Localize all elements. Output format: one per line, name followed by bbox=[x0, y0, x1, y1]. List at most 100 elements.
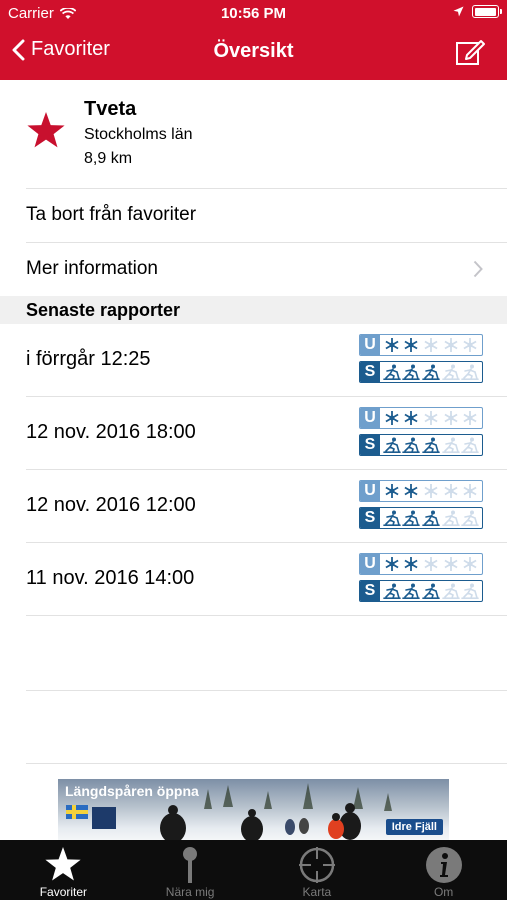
battery-icon bbox=[472, 5, 502, 18]
track-condition-gauge: S bbox=[359, 434, 483, 456]
report-date: 12 nov. 2016 18:00 bbox=[26, 421, 196, 443]
snowflake-icon bbox=[424, 557, 438, 571]
tab-label: Nära mig bbox=[165, 885, 215, 899]
location-arrow-icon bbox=[453, 6, 464, 17]
snow-condition-gauge: U bbox=[359, 407, 483, 429]
skier-icon bbox=[422, 510, 440, 526]
skier-icon bbox=[382, 510, 401, 526]
snowflake-icon bbox=[463, 557, 477, 571]
skier-icon bbox=[461, 364, 479, 380]
skier-icon bbox=[441, 583, 460, 599]
favorite-summary: Tveta Stockholms län 8,9 km bbox=[0, 80, 507, 188]
track-condition-gauge: S bbox=[359, 507, 483, 529]
ad-banner[interactable]: Längdspåren öppna Idre Fjäll bbox=[58, 779, 449, 840]
snowflake-icon bbox=[385, 557, 399, 571]
star-icon bbox=[45, 846, 81, 881]
crosshair-icon bbox=[298, 847, 335, 883]
report-gauges: US bbox=[359, 553, 483, 607]
skier-icon bbox=[461, 437, 479, 453]
gauge-letter: U bbox=[360, 335, 380, 355]
report-row[interactable]: 11 nov. 2016 14:00 U S bbox=[0, 543, 507, 616]
location-pin-icon bbox=[183, 847, 198, 883]
location-region: Stockholms län bbox=[84, 126, 193, 143]
snowflake-icon bbox=[404, 411, 418, 425]
snowflake-icon bbox=[424, 411, 438, 425]
skier-icon bbox=[382, 437, 401, 453]
skier-icon bbox=[422, 437, 440, 453]
skier-icon bbox=[382, 583, 401, 599]
skier-icon bbox=[422, 364, 440, 380]
snowflake-icon bbox=[424, 338, 438, 352]
report-gauges: US bbox=[359, 334, 483, 388]
gauge-letter: U bbox=[360, 481, 380, 501]
gauge-letter: U bbox=[360, 408, 380, 428]
skier-icon bbox=[402, 583, 421, 599]
section-title: Senaste rapporter bbox=[26, 300, 181, 320]
tab-om[interactable]: Om bbox=[380, 840, 507, 900]
remove-favorite-button[interactable]: Ta bort från favoriter bbox=[0, 189, 507, 242]
gauge-letter: S bbox=[360, 581, 380, 601]
snowflake-icon bbox=[424, 484, 438, 498]
tab-label: Favoriter bbox=[39, 885, 88, 899]
back-button[interactable]: Favoriter bbox=[12, 38, 110, 61]
gauge-letter: S bbox=[360, 435, 380, 455]
skier-icon bbox=[422, 583, 440, 599]
status-time: 10:56 PM bbox=[220, 5, 287, 22]
more-info-label: Mer information bbox=[26, 258, 158, 279]
snowflake-icon bbox=[444, 338, 458, 352]
header: Carrier 10:56 PM Favoriter Översikt bbox=[0, 0, 507, 80]
gauge-letter: U bbox=[360, 554, 380, 574]
edit-icon[interactable] bbox=[455, 37, 485, 67]
tab-nara-mig[interactable]: Nära mig bbox=[127, 840, 254, 900]
star-icon bbox=[27, 112, 65, 148]
report-date: 12 nov. 2016 12:00 bbox=[26, 494, 196, 516]
divider bbox=[26, 690, 507, 691]
snowflake-icon bbox=[404, 557, 418, 571]
info-icon bbox=[425, 847, 462, 883]
snowflake-icon bbox=[444, 411, 458, 425]
snowflake-icon bbox=[385, 338, 399, 352]
back-button-label: Favoriter bbox=[31, 38, 110, 60]
snowflake-icon bbox=[444, 484, 458, 498]
location-distance: 8,9 km bbox=[84, 150, 133, 167]
divider bbox=[26, 763, 507, 764]
snow-condition-gauge: U bbox=[359, 553, 483, 575]
report-row[interactable]: 12 nov. 2016 18:00 U S bbox=[0, 397, 507, 470]
snow-condition-gauge: U bbox=[359, 480, 483, 502]
ad-headline: Längdspåren öppna bbox=[65, 783, 199, 799]
remove-favorite-label: Ta bort från favoriter bbox=[26, 204, 197, 225]
skier-icon bbox=[402, 510, 421, 526]
report-gauges: US bbox=[359, 480, 483, 534]
tab-favoriter[interactable]: Favoriter bbox=[0, 840, 127, 900]
tab-bar: Favoriter Nära mig Karta Om bbox=[0, 840, 507, 900]
snowflake-icon bbox=[463, 484, 477, 498]
skier-icon bbox=[461, 510, 479, 526]
report-date: i förrgår 12:25 bbox=[26, 348, 151, 370]
status-bar: Carrier 10:56 PM bbox=[0, 0, 507, 28]
report-row[interactable]: 12 nov. 2016 12:00 U S bbox=[0, 470, 507, 543]
snowflake-icon bbox=[404, 338, 418, 352]
section-header: Senaste rapporter bbox=[0, 296, 507, 324]
more-info-row[interactable]: Mer information bbox=[0, 243, 507, 296]
skier-icon bbox=[461, 583, 479, 599]
gauge-letter: S bbox=[360, 362, 380, 382]
snowflake-icon bbox=[463, 338, 477, 352]
skier-icon bbox=[441, 510, 460, 526]
skier-icon bbox=[441, 364, 460, 380]
skier-icon bbox=[441, 437, 460, 453]
skier-icon bbox=[382, 364, 401, 380]
ad-badge-icon bbox=[92, 807, 116, 829]
snowflake-icon bbox=[385, 484, 399, 498]
chevron-left-icon bbox=[12, 39, 25, 60]
skier-icon bbox=[402, 437, 421, 453]
ad-brand-logo: Idre Fjäll bbox=[385, 819, 443, 835]
tab-karta[interactable]: Karta bbox=[254, 840, 381, 900]
snowflake-icon bbox=[385, 411, 399, 425]
report-row[interactable]: i förrgår 12:25 U S bbox=[0, 324, 507, 397]
snowflake-icon bbox=[404, 484, 418, 498]
report-date: 11 nov. 2016 14:00 bbox=[26, 567, 195, 589]
snowflake-icon bbox=[444, 557, 458, 571]
swedish-flag-icon bbox=[66, 805, 88, 819]
track-condition-gauge: S bbox=[359, 361, 483, 383]
navigation-bar: Favoriter Översikt bbox=[0, 28, 507, 80]
